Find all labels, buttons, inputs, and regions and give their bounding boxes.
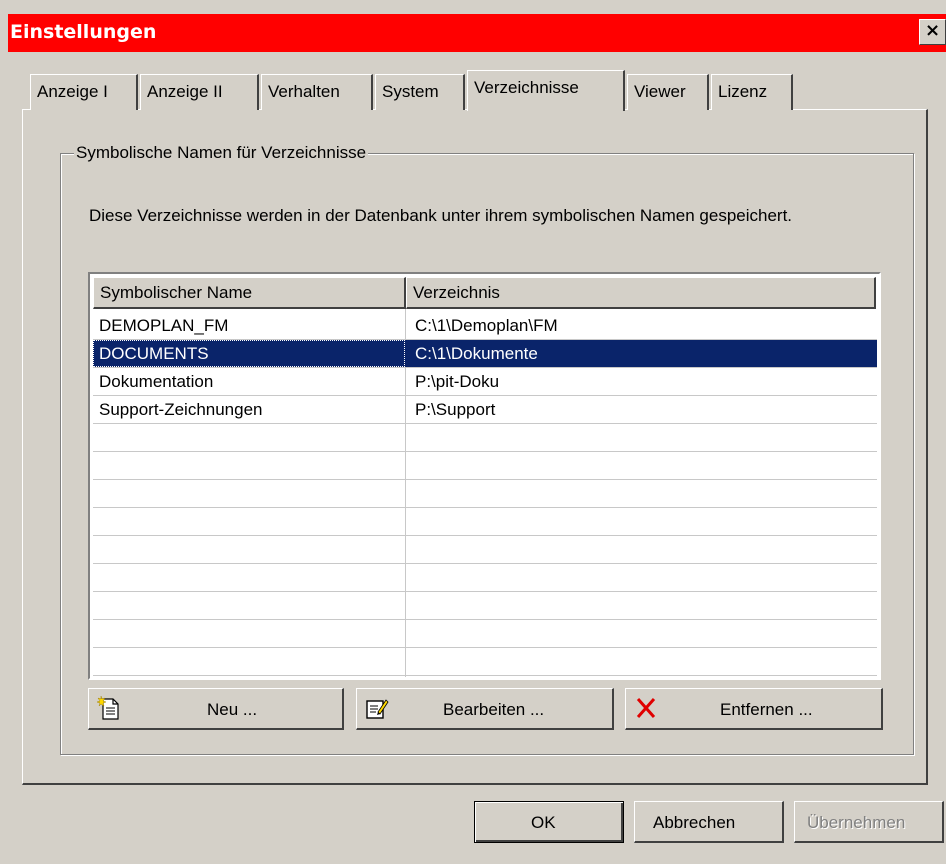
tab-system[interactable]: System	[375, 74, 465, 110]
empty-row	[93, 648, 877, 676]
table-row[interactable]: DEMOPLAN_FM C:\1\Demoplan\FM	[93, 312, 877, 340]
remove-button[interactable]: Entfernen ...	[625, 688, 883, 730]
row-name-cell: Dokumentation	[99, 372, 214, 391]
tab-lizenz[interactable]: Lizenz	[711, 74, 793, 110]
new-button[interactable]: Neu ...	[88, 688, 344, 730]
row-name-cell: DOCUMENTS	[93, 340, 405, 367]
tab-verhalten[interactable]: Verhalten	[261, 74, 373, 110]
ok-button-label: OK	[531, 813, 556, 832]
table-row[interactable]: Dokumentation P:\pit-Doku	[93, 368, 877, 396]
empty-row	[93, 564, 877, 592]
description-text: Diese Verzeichnisse werden in der Datenb…	[89, 206, 793, 225]
empty-row	[93, 620, 877, 648]
cancel-button-label: Abbrechen	[653, 813, 736, 832]
empty-row	[93, 508, 877, 536]
remove-button-label: Entfernen ...	[720, 700, 813, 719]
new-button-label: Neu ...	[207, 700, 258, 719]
edit-button[interactable]: Bearbeiten ...	[356, 688, 614, 730]
row-path-cell: C:\1\Demoplan\FM	[415, 316, 558, 335]
tab-anzeige-2[interactable]: Anzeige II	[140, 74, 259, 110]
column-header-directory[interactable]: Verzeichnis	[406, 277, 876, 309]
column-header-symbolic-name[interactable]: Symbolischer Name	[93, 277, 406, 309]
window-title: Einstellungen	[10, 21, 157, 43]
row-path-cell: C:\1\Dokumente	[405, 340, 877, 367]
list-header: Symbolischer Name Verzeichnis	[93, 277, 876, 309]
row-path-cell: P:\pit-Doku	[415, 372, 500, 391]
ok-button[interactable]: OK	[474, 801, 624, 843]
empty-row	[93, 536, 877, 564]
directory-list[interactable]: Symbolischer Name Verzeichnis DEMOPLAN_F…	[88, 272, 881, 680]
row-name-cell: Support-Zeichnungen	[99, 400, 263, 419]
table-row-selected[interactable]: DOCUMENTS C:\1\Dokumente	[93, 340, 877, 368]
apply-button[interactable]: Übernehmen	[794, 801, 944, 843]
empty-row	[93, 424, 877, 452]
row-path-cell: P:\Support	[415, 400, 496, 419]
tab-anzeige-1[interactable]: Anzeige I	[30, 74, 138, 110]
table-row[interactable]: Support-Zeichnungen P:\Support	[93, 396, 877, 424]
row-name-cell: DEMOPLAN_FM	[99, 316, 229, 335]
close-button[interactable]: ×	[919, 19, 946, 45]
apply-button-label: Übernehmen	[807, 813, 906, 832]
new-document-icon	[97, 695, 119, 720]
groupbox-legend: Symbolische Namen für Verzeichnisse	[74, 142, 369, 164]
cancel-button[interactable]: Abbrechen	[634, 801, 784, 843]
title-bar: Einstellungen ×	[8, 14, 946, 52]
tab-viewer[interactable]: Viewer	[627, 74, 709, 110]
empty-row	[93, 592, 877, 620]
red-x-icon	[636, 698, 656, 718]
edit-document-icon	[366, 699, 389, 719]
tab-verzeichnisse[interactable]: Verzeichnisse	[467, 70, 625, 111]
edit-button-label: Bearbeiten ...	[443, 700, 545, 719]
empty-row	[93, 452, 877, 480]
empty-row	[93, 480, 877, 508]
